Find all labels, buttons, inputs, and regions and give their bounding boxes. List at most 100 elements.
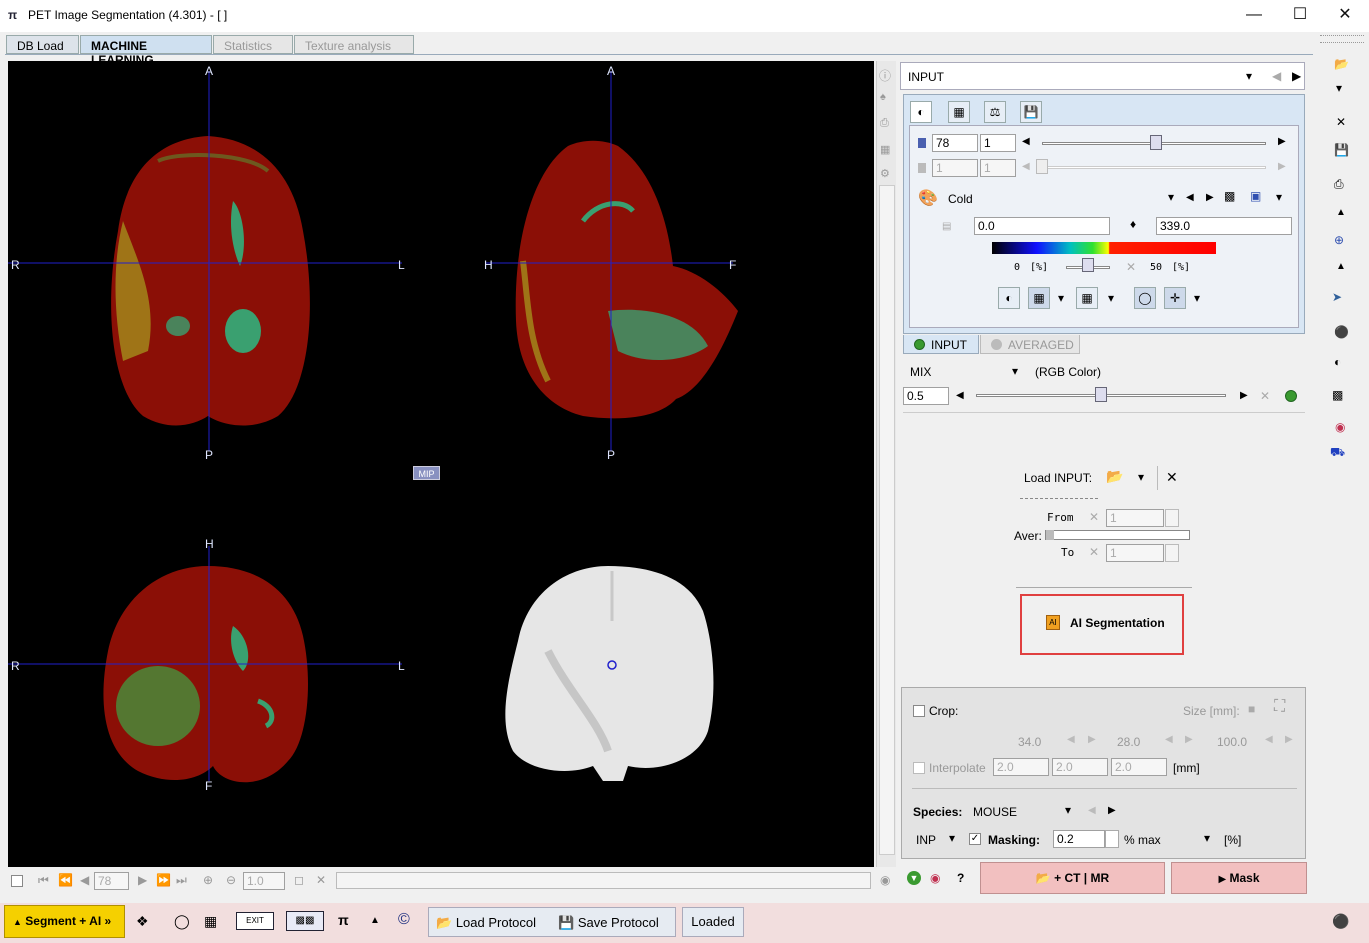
mask-button[interactable]: ▶ Mask — [1171, 862, 1307, 894]
save-icon[interactable]: 💾 — [1334, 143, 1349, 157]
slice-right-icon[interactable]: ▶ — [1278, 136, 1286, 147]
inp-dropdown-icon[interactable]: ▾ — [949, 831, 955, 845]
prev-slice-icon[interactable]: ◀ — [80, 873, 89, 887]
colormap-dropdown-icon[interactable]: ▾ — [1168, 190, 1174, 204]
interp-x-field[interactable] — [993, 758, 1049, 776]
close-data-icon[interactable]: ✕ — [1336, 115, 1346, 129]
slice-field[interactable] — [932, 134, 978, 152]
interp-z-field[interactable] — [1111, 758, 1167, 776]
crop-y-prev-icon[interactable]: ◀ — [1165, 734, 1173, 745]
image-viewer[interactable]: A P R L A P H F H F R L MIP — [8, 61, 874, 867]
zoom-icon[interactable]: ⊕ — [1334, 233, 1344, 247]
copyright-icon[interactable]: © — [398, 911, 410, 929]
from-clear-icon[interactable]: ✕ — [1089, 510, 1099, 524]
layer-tab-input[interactable]: INPUT — [903, 335, 979, 354]
zoom-out-icon[interactable]: ⊖ — [226, 873, 236, 887]
pmod-menu-icon[interactable]: ▲ — [370, 915, 380, 926]
from-field[interactable] — [1106, 509, 1164, 527]
slice-slider-thumb[interactable] — [1150, 135, 1162, 150]
series-prev-icon[interactable]: ◀ — [1272, 69, 1281, 83]
threshold-icon[interactable]: ♦ — [1130, 217, 1136, 231]
inp-label[interactable]: INP — [916, 833, 936, 847]
min-value-field[interactable] — [974, 217, 1110, 235]
load-protocol-button[interactable]: 📂 Load Protocol — [436, 912, 536, 934]
zoom-reset-icon[interactable]: ◻ — [294, 873, 304, 887]
target-icon[interactable]: ◉ — [930, 871, 940, 885]
viewer-canvas[interactable] — [8, 61, 874, 867]
series-selector[interactable]: INPUT ▾ ◀ ▶ — [900, 62, 1305, 90]
tab-save-icon[interactable]: 💾 — [1020, 101, 1042, 123]
up-icon[interactable]: ▲ — [1336, 207, 1346, 218]
layer-tab-averaged[interactable]: AVERAGED — [980, 335, 1080, 354]
clear-input-icon[interactable]: ✕ — [1166, 469, 1178, 486]
series-next-icon[interactable]: ▶ — [1292, 69, 1301, 83]
capture-icon[interactable]: ⎙ — [1334, 177, 1344, 192]
fusion-icon[interactable]: ➤ — [1332, 290, 1342, 304]
crop-y-next-icon[interactable]: ▶ — [1185, 734, 1193, 745]
max-value-field[interactable] — [1156, 217, 1292, 235]
help-icon[interactable]: ? — [957, 871, 964, 885]
contour-tool-icon[interactable]: ◯ — [174, 913, 190, 930]
aver-slider-thumb[interactable] — [1046, 530, 1054, 540]
mix-slider-thumb[interactable] — [1095, 387, 1107, 402]
pmod-icon[interactable]: π — [338, 912, 349, 928]
status-down-icon[interactable]: ▼ — [907, 871, 921, 885]
panel-layout-icon[interactable]: ▩▩ — [286, 911, 324, 931]
ct-mr-button[interactable]: 📂 + CT | MR — [980, 862, 1165, 894]
crosshair-icon[interactable]: ✛ — [1164, 287, 1186, 309]
chevron-down-icon[interactable]: ▾ — [1246, 69, 1252, 83]
frame-left-icon[interactable]: ◀ — [1022, 161, 1030, 172]
next-slice-icon[interactable]: ▶ — [138, 873, 147, 887]
crop-x-prev-icon[interactable]: ◀ — [1067, 734, 1075, 745]
frame-field[interactable] — [932, 159, 978, 177]
contrast-icon[interactable]: ◐ — [1334, 355, 1341, 369]
mix-dropdown-icon[interactable]: ▾ — [1012, 364, 1018, 378]
print-icon[interactable]: ⎙ — [880, 117, 889, 130]
save-protocol-button[interactable]: 💾 Save Protocol — [558, 912, 659, 934]
frame-right-icon[interactable]: ▶ — [1278, 161, 1286, 172]
zoom-field[interactable] — [243, 872, 285, 890]
mix-left-icon[interactable]: ◀ — [956, 390, 964, 401]
calculator-icon[interactable]: ▦ — [204, 913, 217, 930]
camera-icon[interactable]: ◉ — [880, 873, 890, 887]
contour-icon[interactable]: ◯ — [1134, 287, 1156, 309]
tab-machine-learning[interactable]: MACHINE LEARNING — [80, 35, 212, 67]
percent-slider-thumb[interactable] — [1082, 258, 1094, 272]
colormap-menu-icon[interactable]: ▾ — [1276, 190, 1282, 204]
up-icon-2[interactable]: ▲ — [1336, 261, 1346, 272]
mix-value-field[interactable] — [903, 387, 949, 405]
layout-icon[interactable]: ▦ — [880, 143, 890, 156]
target-tool-icon[interactable]: ◉ — [1335, 420, 1345, 434]
crop-checkbox[interactable] — [913, 705, 925, 717]
masking-value-field[interactable] — [1053, 830, 1105, 848]
fast-forward-icon[interactable]: ⏩ — [156, 873, 171, 887]
clear-icon[interactable]: ✕ — [316, 873, 326, 887]
crop-icon[interactable]: ⛶ — [1274, 698, 1285, 716]
load-menu-icon[interactable]: ▾ — [1138, 470, 1144, 484]
first-slice-icon[interactable]: ⏮ — [38, 873, 49, 888]
interpolate-checkbox[interactable] — [913, 762, 925, 774]
to-field[interactable] — [1106, 544, 1164, 562]
tab-contrast-icon[interactable]: ◐ — [910, 101, 932, 123]
palette-icon[interactable]: 🎨 — [918, 188, 938, 208]
species-value[interactable]: MOUSE — [973, 805, 1017, 819]
slice-number-field[interactable] — [94, 872, 129, 890]
species-next-icon[interactable]: ▶ — [1108, 805, 1116, 816]
crop-z-next-icon[interactable]: ▶ — [1285, 734, 1293, 745]
mix-status-icon[interactable] — [1285, 390, 1297, 402]
crop-z-prev-icon[interactable]: ◀ — [1265, 734, 1273, 745]
from-spinner[interactable] — [1165, 509, 1179, 527]
horizontal-scrollbar[interactable] — [336, 872, 871, 889]
vertical-scrollbar[interactable] — [879, 185, 895, 855]
open-icon[interactable]: 📂 — [1334, 57, 1349, 71]
shield-icon[interactable]: ⚫ — [1334, 325, 1349, 339]
minimize-button[interactable]: — — [1231, 0, 1277, 32]
zoom-in-icon[interactable]: ⊕ — [203, 873, 213, 887]
colormap-name[interactable]: Cold — [948, 192, 973, 206]
info-icon[interactable]: ⓘ — [879, 67, 891, 84]
tab-statistics[interactable]: Statistics — [213, 35, 293, 54]
close-button[interactable]: ✕ — [1322, 0, 1368, 32]
colormap-next-icon[interactable]: ▶ — [1206, 192, 1214, 203]
viewer-option-checkbox[interactable] — [11, 875, 23, 887]
overlay-mode-icon[interactable]: ▦ — [1028, 287, 1050, 309]
